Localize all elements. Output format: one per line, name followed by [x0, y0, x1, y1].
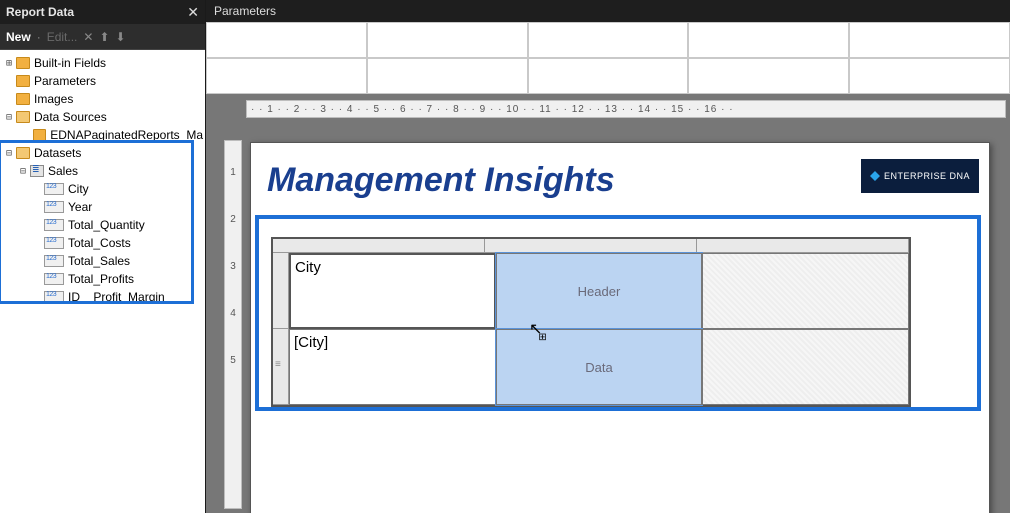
- field-icon: [44, 237, 64, 249]
- tablix-row-handles[interactable]: [273, 253, 289, 405]
- tree-item-field[interactable]: Total_Quantity: [2, 216, 203, 234]
- tablix-data-cell[interactable]: [702, 329, 909, 405]
- design-area: Parameters · · 1 · · 2 · · 3 · · 4 · · 5…: [206, 0, 1010, 513]
- field-icon: [44, 255, 64, 267]
- report-data-toolbar: New · Edit... ✕ ⬆ ⬇: [0, 24, 205, 50]
- tree-item-datasource[interactable]: EDNAPaginatedReports_Ma: [2, 126, 203, 144]
- expand-icon[interactable]: ⊞: [2, 58, 16, 69]
- tree-label: Built-in Fields: [34, 56, 106, 70]
- tree-item-field[interactable]: Total_Sales: [2, 252, 203, 270]
- tree-item-datasources[interactable]: ⊟ Data Sources: [2, 108, 203, 126]
- tree-label: Total_Quantity: [68, 218, 145, 232]
- tree-item-field[interactable]: City: [2, 180, 203, 198]
- report-title[interactable]: Management Insights: [267, 161, 615, 200]
- delete-icon[interactable]: ✕: [83, 30, 93, 44]
- tree-label: Total_Costs: [68, 236, 131, 250]
- report-data-title: Report Data: [6, 5, 74, 19]
- collapse-icon[interactable]: ⊟: [2, 148, 16, 159]
- tree-item-field[interactable]: Year: [2, 198, 203, 216]
- tree-item-images[interactable]: Images: [2, 90, 203, 108]
- column-handle[interactable]: [697, 239, 909, 252]
- tree-label: Parameters: [34, 74, 96, 88]
- collapse-icon[interactable]: ⊟: [16, 166, 30, 177]
- tree-label: Datasets: [34, 146, 81, 160]
- column-handle[interactable]: [485, 239, 697, 252]
- folder-icon: [16, 93, 30, 105]
- logo-mark-icon: [870, 171, 880, 181]
- tree-label: Total_Sales: [68, 254, 130, 268]
- tablix-header-cell[interactable]: [702, 253, 909, 329]
- tree-item-datasets[interactable]: ⊟ Datasets: [2, 144, 203, 162]
- field-icon: [44, 219, 64, 231]
- tree-label: Sales: [48, 164, 78, 178]
- parameters-pane-header[interactable]: Parameters: [206, 0, 1010, 22]
- move-up-icon[interactable]: ⬆: [99, 30, 109, 44]
- tree-item-parameters[interactable]: Parameters: [2, 72, 203, 90]
- field-icon: [44, 183, 64, 195]
- logo-image[interactable]: ENTERPRISE DNA: [861, 159, 979, 193]
- edit-button[interactable]: Edit...: [47, 30, 78, 44]
- folder-icon: [16, 75, 30, 87]
- tree-label: Data Sources: [34, 110, 107, 124]
- new-button[interactable]: New: [6, 30, 31, 44]
- folder-open-icon: [16, 111, 30, 123]
- tree-item-field[interactable]: Total_Profits: [2, 270, 203, 288]
- tree-label: Total_Profits: [68, 272, 134, 286]
- horizontal-ruler: · · 1 · · 2 · · 3 · · 4 · · 5 · · 6 · · …: [246, 100, 1006, 118]
- folder-open-icon: [16, 147, 30, 159]
- logo-text: ENTERPRISE DNA: [884, 171, 970, 181]
- row-handle[interactable]: [273, 253, 288, 329]
- tree-label: City: [68, 182, 89, 196]
- field-icon: [44, 201, 64, 213]
- dataset-icon: [30, 165, 44, 177]
- tree-label: Year: [68, 200, 92, 214]
- tree-label: ID__Profit_Margin: [68, 290, 165, 304]
- tree-item-dataset-sales[interactable]: ⊟ Sales: [2, 162, 203, 180]
- column-handle[interactable]: [273, 239, 485, 252]
- row-handle[interactable]: [273, 329, 288, 405]
- collapse-icon[interactable]: ⊟: [2, 112, 16, 123]
- tree-label: EDNAPaginatedReports_Ma: [50, 128, 203, 142]
- report-data-tree: ⊞ Built-in Fields Parameters Images ⊟ Da…: [0, 50, 205, 513]
- tablix-header-cell[interactable]: City: [289, 253, 496, 329]
- report-body[interactable]: Management Insights ENTERPRISE DNA: [250, 142, 990, 513]
- tree-label: Images: [34, 92, 73, 106]
- folder-icon: [16, 57, 30, 69]
- tree-item-field[interactable]: Total_Costs: [2, 234, 203, 252]
- parameters-grid[interactable]: [206, 22, 1010, 94]
- tablix-body[interactable]: City Header [City] Data: [289, 253, 909, 405]
- field-icon: [44, 291, 64, 303]
- tree-item-field[interactable]: ID__Profit_Margin: [2, 288, 203, 306]
- datasource-icon: [33, 129, 46, 141]
- tree-item-builtin-fields[interactable]: ⊞ Built-in Fields: [2, 54, 203, 72]
- tablix-data-cell[interactable]: [City]: [289, 329, 496, 405]
- tablix-header-cell-selected[interactable]: Header: [496, 253, 703, 329]
- close-icon[interactable]: ✕: [187, 4, 199, 21]
- tablix-control[interactable]: City Header [City] Data: [271, 237, 911, 407]
- move-down-icon[interactable]: ⬇: [116, 30, 126, 44]
- parameters-pane-title: Parameters: [214, 4, 276, 18]
- report-data-panel: Report Data ✕ New · Edit... ✕ ⬆ ⬇ ⊞ Buil…: [0, 0, 206, 513]
- separator: ·: [37, 30, 41, 44]
- report-data-header: Report Data ✕: [0, 0, 205, 24]
- tablix-data-cell-selected[interactable]: Data: [496, 329, 703, 405]
- vertical-ruler: 1 2 3 4 5: [224, 140, 242, 509]
- field-icon: [44, 273, 64, 285]
- design-surface[interactable]: · · 1 · · 2 · · 3 · · 4 · · 5 · · 6 · · …: [206, 94, 1010, 513]
- tablix-column-handles[interactable]: [273, 239, 909, 253]
